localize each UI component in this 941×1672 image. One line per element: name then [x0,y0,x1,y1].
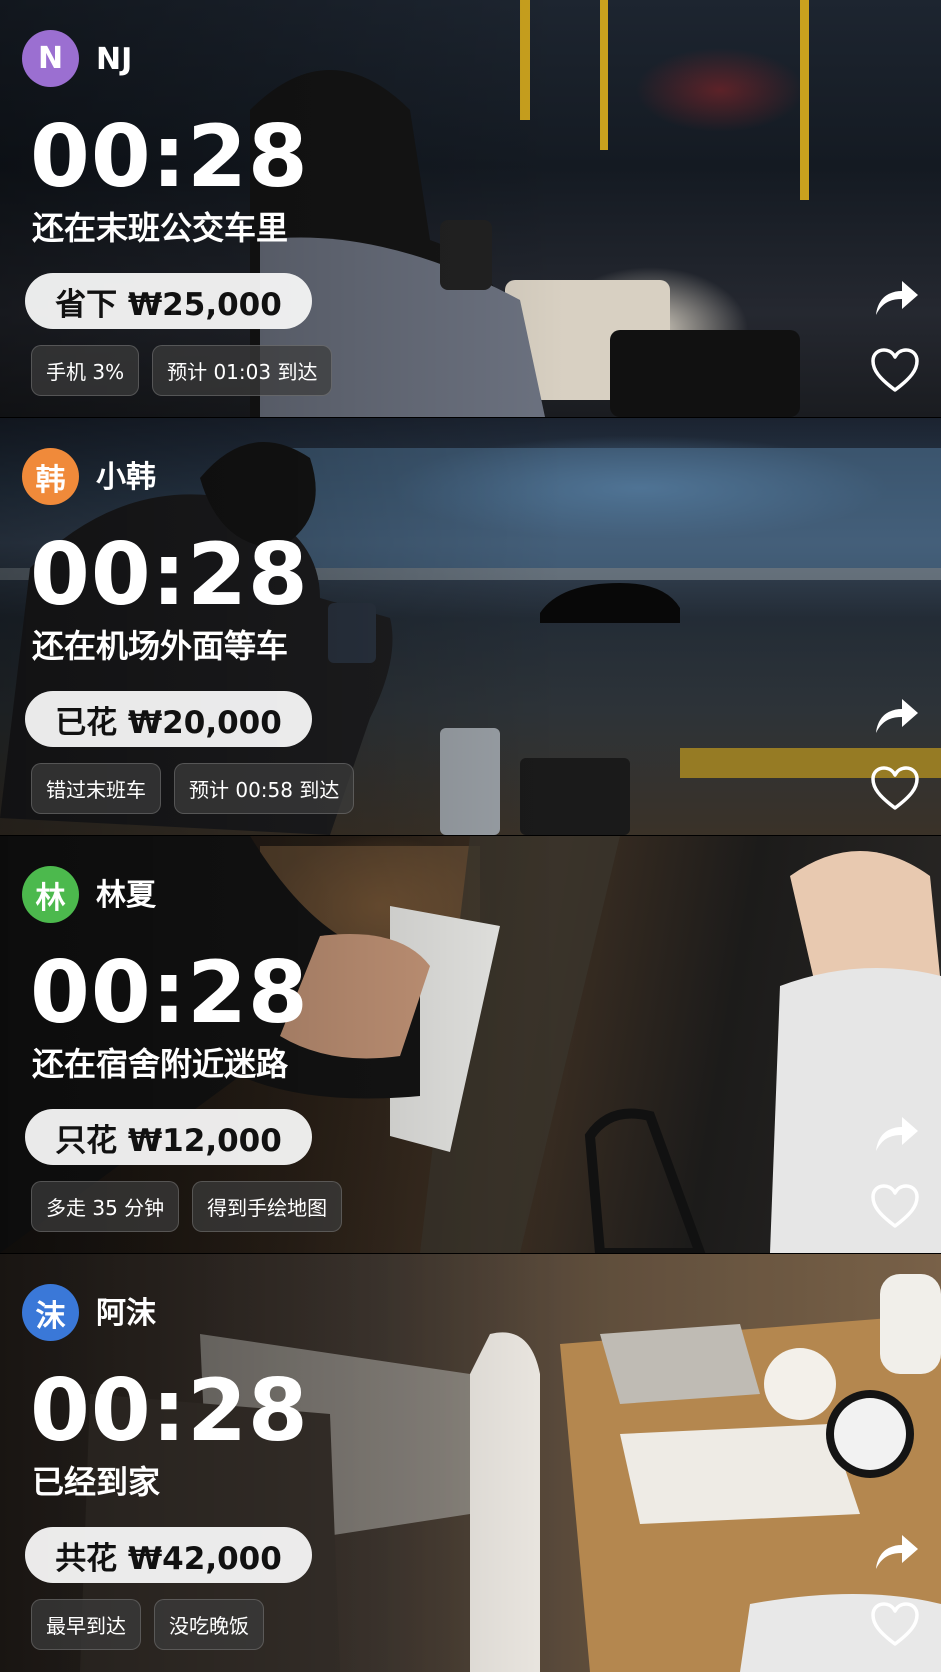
heart-outline-icon[interactable] [869,764,921,812]
time-display: 00:28 [30,107,309,207]
tag: 手机 3% [31,345,140,396]
tag: 预计 01:03 到达 [152,345,333,396]
avatar[interactable]: N [22,30,79,87]
time-display: 00:28 [30,525,309,625]
tag: 多走 35 分钟 [31,1181,180,1232]
user-name[interactable]: 阿沫 [96,1294,156,1334]
user-name[interactable]: 林夏 [96,876,156,916]
avatar[interactable]: 林 [22,866,79,923]
tag-row: 最早到达 没吃晚饭 [31,1599,264,1650]
share-arrow-icon[interactable] [872,1113,920,1155]
money-pill: 省下 ₩25,000 [25,273,312,329]
tag-row: 手机 3% 预计 01:03 到达 [31,345,333,396]
tag: 没吃晚饭 [154,1599,264,1650]
tag: 最早到达 [31,1599,141,1650]
status-text: 还在宿舍附近迷路 [32,1045,289,1083]
status-text: 还在末班公交车里 [32,209,289,247]
tag-row: 错过末班车 预计 00:58 到达 [31,763,355,814]
money-pill: 已花 ₩20,000 [25,691,312,747]
share-arrow-icon[interactable] [872,1531,920,1573]
heart-outline-icon[interactable] [869,1600,921,1648]
tag-row: 多走 35 分钟 得到手绘地图 [31,1181,343,1232]
status-text: 还在机场外面等车 [32,627,289,665]
share-arrow-icon[interactable] [872,695,920,737]
feed-card-nj[interactable]: N NJ 00:28 还在末班公交车里 省下 ₩25,000 手机 3% 预计 … [0,0,941,417]
tag: 预计 00:58 到达 [174,763,355,814]
tag: 得到手绘地图 [192,1181,343,1232]
share-arrow-icon[interactable] [872,277,920,319]
feed-card-xiaohan[interactable]: 韩 小韩 00:28 还在机场外面等车 已花 ₩20,000 错过末班车 预计 … [0,418,941,835]
avatar[interactable]: 韩 [22,448,79,505]
avatar[interactable]: 沫 [22,1284,79,1341]
heart-outline-icon[interactable] [869,1182,921,1230]
time-display: 00:28 [30,943,309,1043]
feed-card-linxia[interactable]: 林 林夏 00:28 还在宿舍附近迷路 只花 ₩12,000 多走 35 分钟 … [0,836,941,1253]
money-pill: 共花 ₩42,000 [25,1527,312,1583]
user-name[interactable]: NJ [96,40,132,80]
tag: 错过末班车 [31,763,161,814]
status-text: 已经到家 [32,1463,161,1501]
heart-outline-icon[interactable] [869,346,921,394]
user-name[interactable]: 小韩 [96,458,156,498]
time-display: 00:28 [30,1361,309,1461]
feed-card-amo[interactable]: 沫 阿沫 00:28 已经到家 共花 ₩42,000 最早到达 没吃晚饭 [0,1254,941,1672]
money-pill: 只花 ₩12,000 [25,1109,312,1165]
